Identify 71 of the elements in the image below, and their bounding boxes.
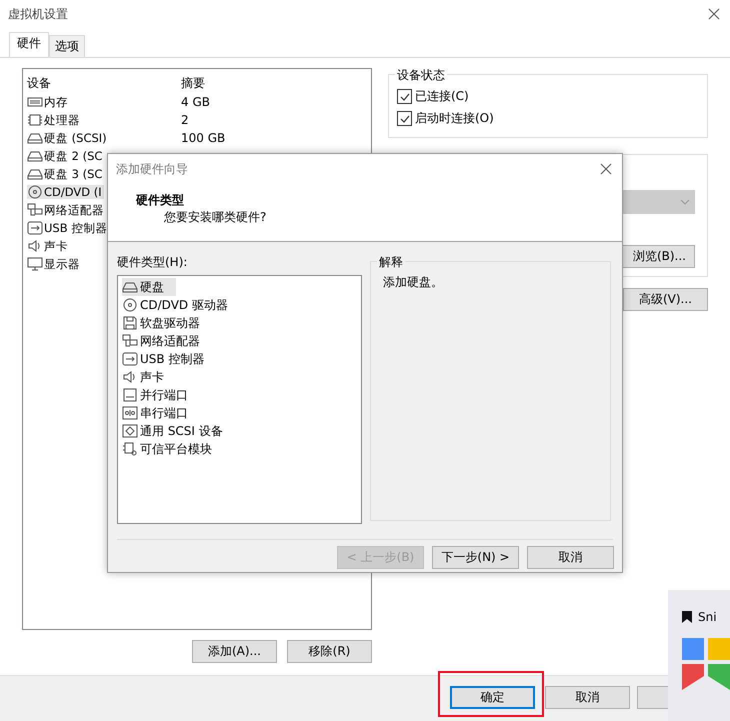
- app-logo-icon: [682, 638, 730, 690]
- window-title: 虚拟机设置: [8, 6, 68, 22]
- drive-icon: [122, 280, 138, 294]
- port-icon: [122, 406, 138, 420]
- hardware-item[interactable]: 并行端口: [122, 386, 200, 404]
- hardware-item[interactable]: 可信平台模块: [122, 440, 224, 458]
- hardware-item[interactable]: 串行端口: [122, 404, 200, 422]
- device-row[interactable]: 硬盘 (SCSI): [27, 130, 109, 146]
- list-label: 硬件类型(H):: [117, 254, 188, 271]
- summary-cell-text: 4 GB: [181, 95, 211, 109]
- drive-icon: [27, 131, 43, 145]
- device-row[interactable]: 硬盘 3 (SC: [27, 166, 104, 182]
- checkbox-label[interactable]: 已连接(C): [415, 88, 469, 104]
- disc-icon: [122, 298, 138, 312]
- dialog-title: 添加硬件向导: [116, 161, 188, 178]
- dialog-button[interactable]: 取消: [545, 686, 630, 709]
- explanation-text: 添加硬盘。: [383, 275, 443, 289]
- column-header: 设备: [27, 74, 52, 92]
- device-row[interactable]: 网络适配器: [27, 202, 106, 218]
- close-icon[interactable]: [708, 8, 720, 20]
- checkbox[interactable]: [397, 88, 412, 104]
- summary-cell-text: 2: [181, 113, 190, 127]
- network-icon: [27, 203, 43, 217]
- close-icon[interactable]: [600, 163, 612, 175]
- device-row[interactable]: 处理器: [27, 112, 82, 128]
- advanced-button[interactable]: 高级(V)...: [623, 288, 708, 311]
- checkbox[interactable]: [397, 110, 412, 126]
- connector-icon: [122, 424, 138, 438]
- group-title: 设备状态: [395, 67, 447, 84]
- usb-icon: [27, 221, 43, 235]
- chip-icon: [27, 113, 43, 127]
- device-row[interactable]: 内存: [27, 94, 70, 110]
- device-row[interactable]: 声卡: [27, 238, 70, 254]
- hardware-item[interactable]: 通用 SCSI 设备: [122, 422, 235, 440]
- bookmark-icon: [682, 611, 692, 623]
- device-row[interactable]: 硬盘 2 (SC: [27, 148, 104, 164]
- drive-icon: [27, 167, 43, 181]
- hardware-item[interactable]: 软盘驱动器: [122, 314, 212, 332]
- group-title: 解释: [377, 254, 405, 271]
- tab[interactable]: 硬件: [9, 32, 49, 57]
- hardware-item[interactable]: 声卡: [122, 368, 176, 386]
- hardware-item[interactable]: CD/DVD 驱动器: [122, 296, 240, 314]
- device-row[interactable]: USB 控制器: [27, 220, 110, 236]
- step-description: 您要安装哪类硬件?: [164, 209, 266, 226]
- hardware-item[interactable]: USB 控制器: [122, 350, 216, 368]
- dialog-button[interactable]: 确定: [450, 686, 535, 709]
- summary-cell-text: 100 GB: [181, 131, 226, 145]
- list-button[interactable]: 移除(R): [287, 640, 372, 663]
- app-name: Sni: [698, 610, 717, 624]
- disc-icon: [27, 185, 43, 199]
- hardware-item[interactable]: 硬盘: [122, 278, 176, 296]
- chevron-icon: [680, 199, 690, 205]
- hardware-item[interactable]: 网络适配器: [122, 332, 212, 350]
- drive-icon: [27, 149, 43, 163]
- tab[interactable]: 选项: [49, 35, 85, 57]
- notification-card[interactable]: Sni: [668, 590, 730, 721]
- column-header: 摘要: [181, 74, 206, 92]
- memory-icon: [27, 95, 43, 109]
- port-icon: [122, 388, 138, 402]
- checkbox-label[interactable]: 启动时连接(O): [415, 110, 494, 126]
- list-button[interactable]: 添加(A)...: [192, 640, 277, 663]
- floppy-icon: [122, 316, 138, 330]
- usb-icon: [122, 352, 138, 366]
- step-heading: 硬件类型: [136, 192, 184, 209]
- device-row[interactable]: 显示器: [27, 256, 82, 272]
- device-row[interactable]: CD/DVD (I: [27, 185, 104, 199]
- wizard-button[interactable]: 取消: [527, 546, 614, 569]
- monitor-icon: [27, 257, 43, 271]
- network-icon: [122, 334, 138, 348]
- chip-icon: [122, 442, 138, 456]
- wizard-button[interactable]: 下一步(N) >: [432, 546, 519, 569]
